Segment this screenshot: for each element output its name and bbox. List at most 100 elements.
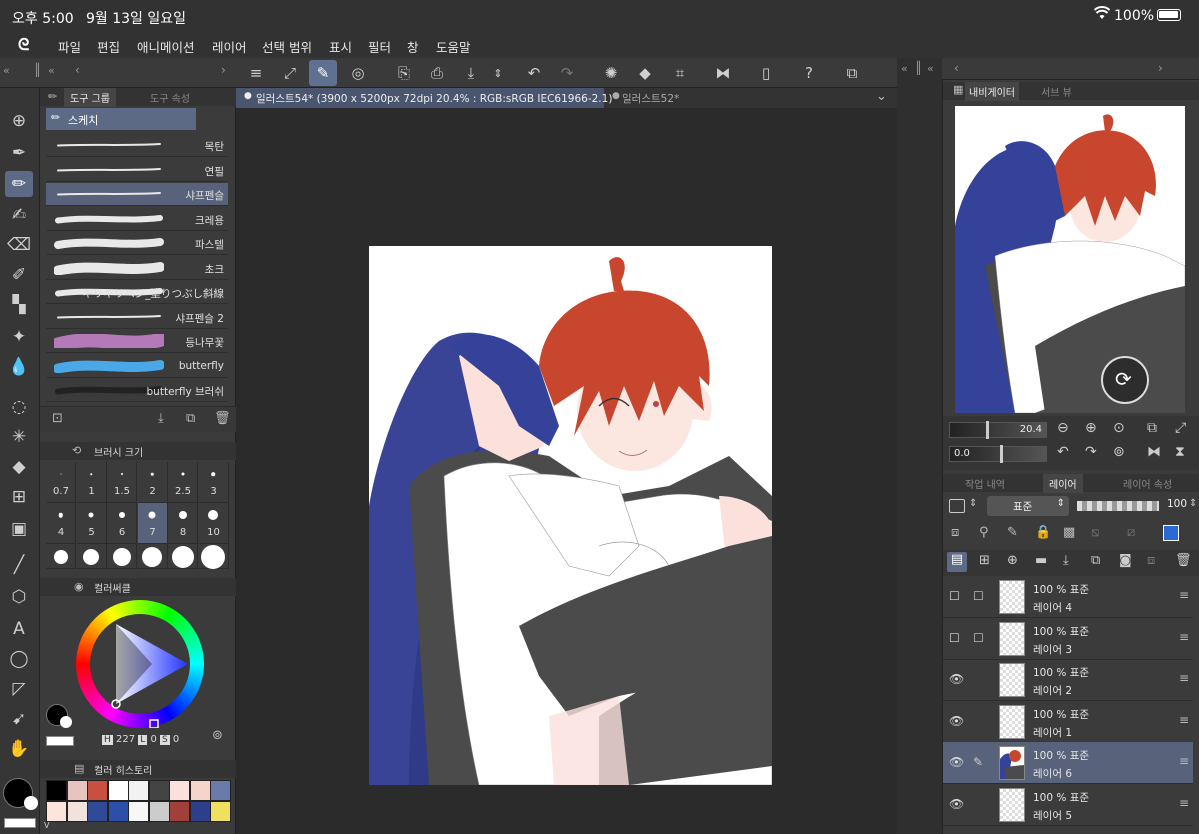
text-tool-icon[interactable]: A: [5, 616, 33, 642]
undo-icon[interactable]: ↶: [520, 60, 548, 86]
reset-rotation-icon[interactable]: ⊚: [1113, 444, 1125, 460]
device-icon[interactable]: ▯: [752, 60, 780, 86]
layer-menu-icon[interactable]: ≡: [1179, 754, 1189, 768]
tab-sub-view[interactable]: 서브 뷰: [1041, 84, 1072, 99]
fit-canvas-icon[interactable]: ⤢: [276, 60, 304, 86]
layer-menu-icon[interactable]: ≡: [1179, 671, 1189, 685]
collapse-right-2-icon[interactable]: «: [927, 62, 934, 75]
drawing-canvas[interactable]: [369, 246, 772, 785]
layer-list-icon[interactable]: ▤: [947, 552, 967, 572]
brush-item[interactable]: butterfly 브러쉬: [46, 379, 228, 402]
brush-size-cell[interactable]: 3: [198, 462, 229, 503]
hidden-checkbox-icon[interactable]: ☐: [949, 631, 960, 645]
brush-size-cell[interactable]: 10: [198, 503, 229, 544]
flip-h-icon[interactable]: ⧓: [1147, 444, 1161, 460]
layer-row[interactable]: 👁 100 % 표준 레이어 5 ≡: [943, 784, 1193, 826]
apply-mask-icon[interactable]: ⧈: [1147, 553, 1155, 568]
more-updown-icon[interactable]: ⇕: [484, 60, 512, 86]
save-icon[interactable]: ⤓: [457, 60, 485, 86]
eye-icon[interactable]: 👁: [949, 755, 964, 769]
layer-row[interactable]: ☐ ☐ 100 % 표준 레이어 4 ≡: [943, 576, 1193, 618]
history-swatch[interactable]: [46, 801, 67, 822]
eraser-tool-icon[interactable]: ⌫: [5, 232, 33, 258]
brush-size-cell-large[interactable]: [46, 544, 76, 569]
brush-item[interactable]: butterfly: [46, 355, 228, 378]
menu-layer[interactable]: 레이어: [212, 37, 247, 56]
history-swatch[interactable]: [66, 801, 88, 822]
brush-size-cell-large[interactable]: [76, 544, 107, 569]
color-transparent-swatch[interactable]: [46, 736, 74, 746]
brush-item[interactable]: 목탄: [46, 134, 228, 157]
duplicate-brush-icon[interactable]: ⧉: [186, 411, 195, 426]
brush-size-cell[interactable]: 6: [107, 503, 137, 544]
chevron-left-icon[interactable]: ‹: [75, 63, 80, 77]
history-swatch[interactable]: [87, 801, 108, 822]
clip-layer-icon[interactable]: ⧈: [951, 525, 959, 540]
draft-layer-icon[interactable]: ✎: [1007, 525, 1018, 540]
ruler-enable-icon[interactable]: ⧄: [1127, 525, 1135, 540]
brush-tool-icon[interactable]: ✍: [5, 202, 33, 228]
tab-layer-property[interactable]: 레이어 속성: [1123, 476, 1172, 491]
chevron-right-icon[interactable]: ›: [221, 63, 226, 77]
brush-size-cell[interactable]: 2: [137, 462, 168, 503]
menu-edit[interactable]: 편집: [97, 37, 120, 56]
brush-item[interactable]: 파스텔: [46, 232, 228, 255]
magic-wand-tool-icon[interactable]: ✳: [5, 424, 33, 450]
mask-enable-icon[interactable]: ⧅: [1091, 525, 1099, 540]
tab-navigator[interactable]: 내비게이터: [965, 82, 1019, 101]
collapse-right-icon[interactable]: «: [901, 62, 908, 75]
decoration-tool-icon[interactable]: ✐: [5, 262, 33, 288]
right-chevron-right-icon[interactable]: ›: [1158, 61, 1163, 75]
collapse-left-icon[interactable]: «: [3, 64, 10, 77]
delete-layer-icon[interactable]: 🗑: [1175, 553, 1192, 568]
collapse-left-2-icon[interactable]: «: [48, 64, 55, 77]
rotate-left-icon[interactable]: ↶: [1057, 444, 1069, 460]
download-tool-icon[interactable]: ⊕: [5, 108, 33, 134]
gradient-tool-icon[interactable]: ▣: [5, 516, 33, 542]
brush-item[interactable]: 등나무꽃: [46, 330, 228, 353]
zoom-out-icon[interactable]: ⊖: [1057, 420, 1069, 436]
flip-horizontal-icon[interactable]: ⧓: [709, 60, 737, 86]
brush-item[interactable]: 크레용: [46, 208, 228, 231]
transparent-color-swatch[interactable]: [4, 818, 36, 828]
brush-item[interactable]: 샤프펜슬: [46, 183, 228, 206]
blend-tool-icon[interactable]: 💧: [5, 354, 33, 380]
brush-size-cell[interactable]: 8: [168, 503, 198, 544]
3d-tool-icon[interactable]: ⬡: [5, 584, 33, 610]
layer-menu-icon[interactable]: ≡: [1179, 630, 1189, 644]
rotate-right-icon[interactable]: ↷: [1085, 444, 1097, 460]
fill-bucket-icon[interactable]: ◆: [631, 60, 659, 86]
fill-tool-icon[interactable]: ◆: [5, 454, 33, 480]
layer-menu-icon[interactable]: ≡: [1179, 588, 1189, 602]
brush-item[interactable]: 샤프펜슬 2: [46, 306, 228, 329]
sub-tool-sketch[interactable]: ✏ 스케치: [46, 108, 196, 130]
transform-icon[interactable]: ⌗: [666, 60, 694, 86]
import-brush-icon[interactable]: ⤓: [158, 411, 164, 426]
new-vector-layer-icon[interactable]: ⊕: [1007, 553, 1018, 568]
color-sub-swatch[interactable]: [60, 716, 72, 728]
zoom-in-icon[interactable]: ⊕: [1085, 420, 1097, 436]
opacity-updown-icon[interactable]: ⇕: [1189, 498, 1197, 509]
globe-tool-icon[interactable]: ⊞: [5, 484, 33, 510]
zoom-fit-icon[interactable]: ⊙: [1113, 420, 1125, 436]
menu-animation[interactable]: 애니메이션: [137, 37, 195, 56]
tab-history[interactable]: 작업 내역: [965, 476, 1005, 491]
tabs-dropdown-icon[interactable]: ⌄: [876, 89, 887, 104]
menu-help[interactable]: 도움말: [436, 37, 471, 56]
history-swatch[interactable]: [107, 780, 129, 801]
brush-item[interactable]: キリキリペン_塗りつぶし斜線: [46, 281, 228, 304]
fit-window-icon[interactable]: ⧉: [1147, 420, 1157, 436]
tab-tool-group[interactable]: 도구 그룹: [64, 88, 116, 107]
flip-v-icon[interactable]: ⧗: [1175, 444, 1185, 460]
eye-icon[interactable]: 👁: [949, 672, 964, 686]
panel-grip-icon[interactable]: ║: [34, 63, 41, 77]
layer-row[interactable]: 👁 ✎ 100 % 표준 레이어 6 ≡: [943, 742, 1193, 784]
brush-size-cell-large[interactable]: [168, 544, 198, 569]
airbrush-tool-icon[interactable]: ▚: [5, 292, 33, 318]
brush-size-cell[interactable]: 1.5: [107, 462, 137, 503]
menu-window[interactable]: 창: [407, 37, 419, 56]
lasso-tool-icon[interactable]: ◌: [5, 394, 33, 420]
blend-mode-select[interactable]: 표준 ⇕: [987, 496, 1069, 516]
sparkle-tool-icon[interactable]: ✦: [5, 324, 33, 350]
eye-icon[interactable]: 👁: [949, 714, 964, 728]
